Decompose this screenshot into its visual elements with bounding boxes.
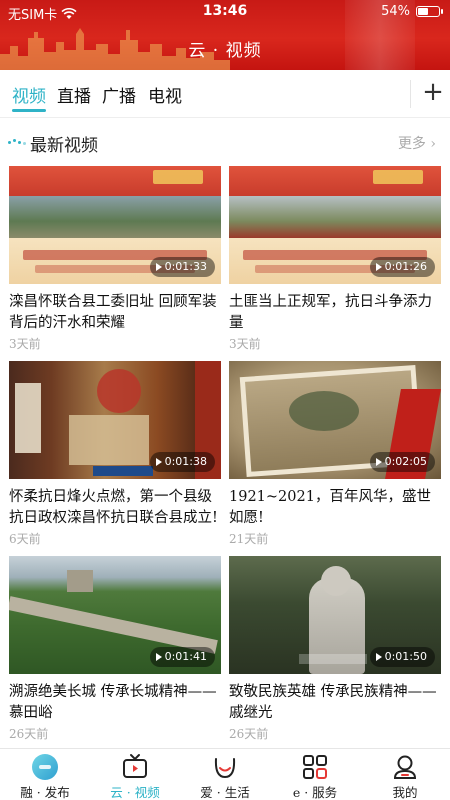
- duration-text: 0:01:33: [164, 260, 207, 273]
- add-channel-icon[interactable]: +: [421, 78, 445, 106]
- more-label: 更多: [397, 136, 426, 152]
- nav-service[interactable]: e · 服务: [270, 751, 360, 800]
- video-posted-time: 26天前: [229, 727, 269, 741]
- publish-icon: [32, 754, 58, 780]
- video-posted-time: 6天前: [9, 532, 41, 546]
- video-title[interactable]: 滦昌怀联合县工委旧址 回顾军装背后的汗水和荣耀: [9, 292, 221, 334]
- video-posted-time: 3天前: [9, 337, 41, 351]
- divider: [410, 80, 411, 108]
- smile-icon: [214, 758, 236, 779]
- user-icon: [393, 755, 417, 779]
- battery-icon: [416, 6, 443, 17]
- nav-label: 云 · 视频: [110, 785, 160, 800]
- duration-badge: 0:01:33: [149, 257, 215, 277]
- video-title[interactable]: 怀柔抗日烽火点燃，第一个县级抗日政权滦昌怀抗日联合县成立!: [9, 487, 221, 529]
- duration-text: 0:01:26: [384, 260, 427, 273]
- grid-icon: [303, 755, 327, 779]
- channel-tabs: 视频 直播 广播 电视 +: [0, 70, 450, 118]
- chevron-right-icon: ›: [430, 136, 436, 152]
- tab-live[interactable]: 直播: [57, 82, 91, 107]
- nav-mine[interactable]: 我的: [360, 751, 450, 800]
- play-icon: [375, 263, 382, 271]
- video-thumbnail[interactable]: 0:01:50: [229, 556, 441, 674]
- duration-text: 0:01:50: [384, 650, 427, 663]
- video-card[interactable]: 0:01:50 致敬民族英雄 传承民族精神——戚继光 26天前: [229, 556, 441, 742]
- play-icon: [375, 653, 382, 661]
- video-card[interactable]: 0:01:26 土匪当上正规军，抗日斗争添力量 3天前: [229, 166, 441, 352]
- bottom-navigation: 融 · 发布 云 · 视频 爱 · 生活 e · 服务 我的: [0, 748, 450, 800]
- video-thumbnail[interactable]: 0:01:33: [9, 166, 221, 284]
- duration-badge: 0:01:26: [369, 257, 435, 277]
- video-title[interactable]: 土匪当上正规军，抗日斗争添力量: [229, 292, 441, 334]
- nav-label: 我的: [392, 785, 418, 800]
- video-thumbnail[interactable]: 0:01:38: [9, 361, 221, 479]
- play-icon: [375, 458, 382, 466]
- video-thumbnail[interactable]: 0:02:05: [229, 361, 441, 479]
- nav-publish[interactable]: 融 · 发布: [0, 751, 90, 800]
- duration-badge: 0:02:05: [369, 452, 435, 472]
- duration-text: 0:02:05: [384, 455, 427, 468]
- nav-life[interactable]: 爱 · 生活: [180, 751, 270, 800]
- duration-text: 0:01:41: [164, 650, 207, 663]
- nav-label: 融 · 发布: [20, 785, 70, 800]
- play-icon: [155, 263, 162, 271]
- page-title: 云 · 视频: [188, 41, 262, 61]
- video-card[interactable]: 0:01:41 溯源绝美长城 传承长城精神——慕田峪 26天前: [9, 556, 221, 742]
- video-thumbnail[interactable]: 0:01:41: [9, 556, 221, 674]
- video-title[interactable]: 溯源绝美长城 传承长城精神——慕田峪: [9, 682, 221, 724]
- battery-percent: 54%: [381, 4, 410, 19]
- play-icon: [155, 458, 162, 466]
- video-posted-time: 21天前: [229, 532, 269, 546]
- video-card[interactable]: 0:01:33 滦昌怀联合县工委旧址 回顾军装背后的汗水和荣耀 3天前: [9, 166, 221, 352]
- video-card[interactable]: 0:01:38 怀柔抗日烽火点燃，第一个县级抗日政权滦昌怀抗日联合县成立! 6天…: [9, 361, 221, 547]
- nav-label: e · 服务: [292, 785, 338, 800]
- duration-badge: 0:01:50: [369, 647, 435, 667]
- tab-tv[interactable]: 电视: [148, 82, 182, 107]
- duration-badge: 0:01:38: [149, 452, 215, 472]
- tab-video[interactable]: 视频: [12, 82, 46, 107]
- video-title[interactable]: 致敬民族英雄 传承民族精神——戚继光: [229, 682, 441, 724]
- nav-video[interactable]: 云 · 视频: [90, 751, 180, 800]
- app-header: 无SIM卡 13:46 54% 云 · 视频: [0, 0, 450, 70]
- latest-videos-header: 最新视频 更多 ›: [0, 118, 450, 166]
- duration-badge: 0:01:41: [149, 647, 215, 667]
- nav-label: 爱 · 生活: [200, 785, 250, 800]
- tv-icon: [123, 754, 147, 778]
- status-bar: 无SIM卡 13:46 54%: [0, 0, 450, 24]
- section-title: 最新视频: [30, 136, 98, 156]
- play-icon: [155, 653, 162, 661]
- video-thumbnail[interactable]: 0:01:26: [229, 166, 441, 284]
- section-dots-icon: [8, 139, 26, 145]
- duration-text: 0:01:38: [164, 455, 207, 468]
- video-posted-time: 3天前: [229, 337, 261, 351]
- video-card[interactable]: 0:02:05 1921~2021，百年风华，盛世如愿! 21天前: [229, 361, 441, 547]
- more-link[interactable]: 更多 ›: [398, 133, 436, 153]
- video-posted-time: 26天前: [9, 727, 49, 741]
- active-tab-indicator: [12, 109, 46, 112]
- video-title[interactable]: 1921~2021，百年风华，盛世如愿!: [229, 487, 441, 529]
- tab-radio[interactable]: 广播: [102, 82, 136, 107]
